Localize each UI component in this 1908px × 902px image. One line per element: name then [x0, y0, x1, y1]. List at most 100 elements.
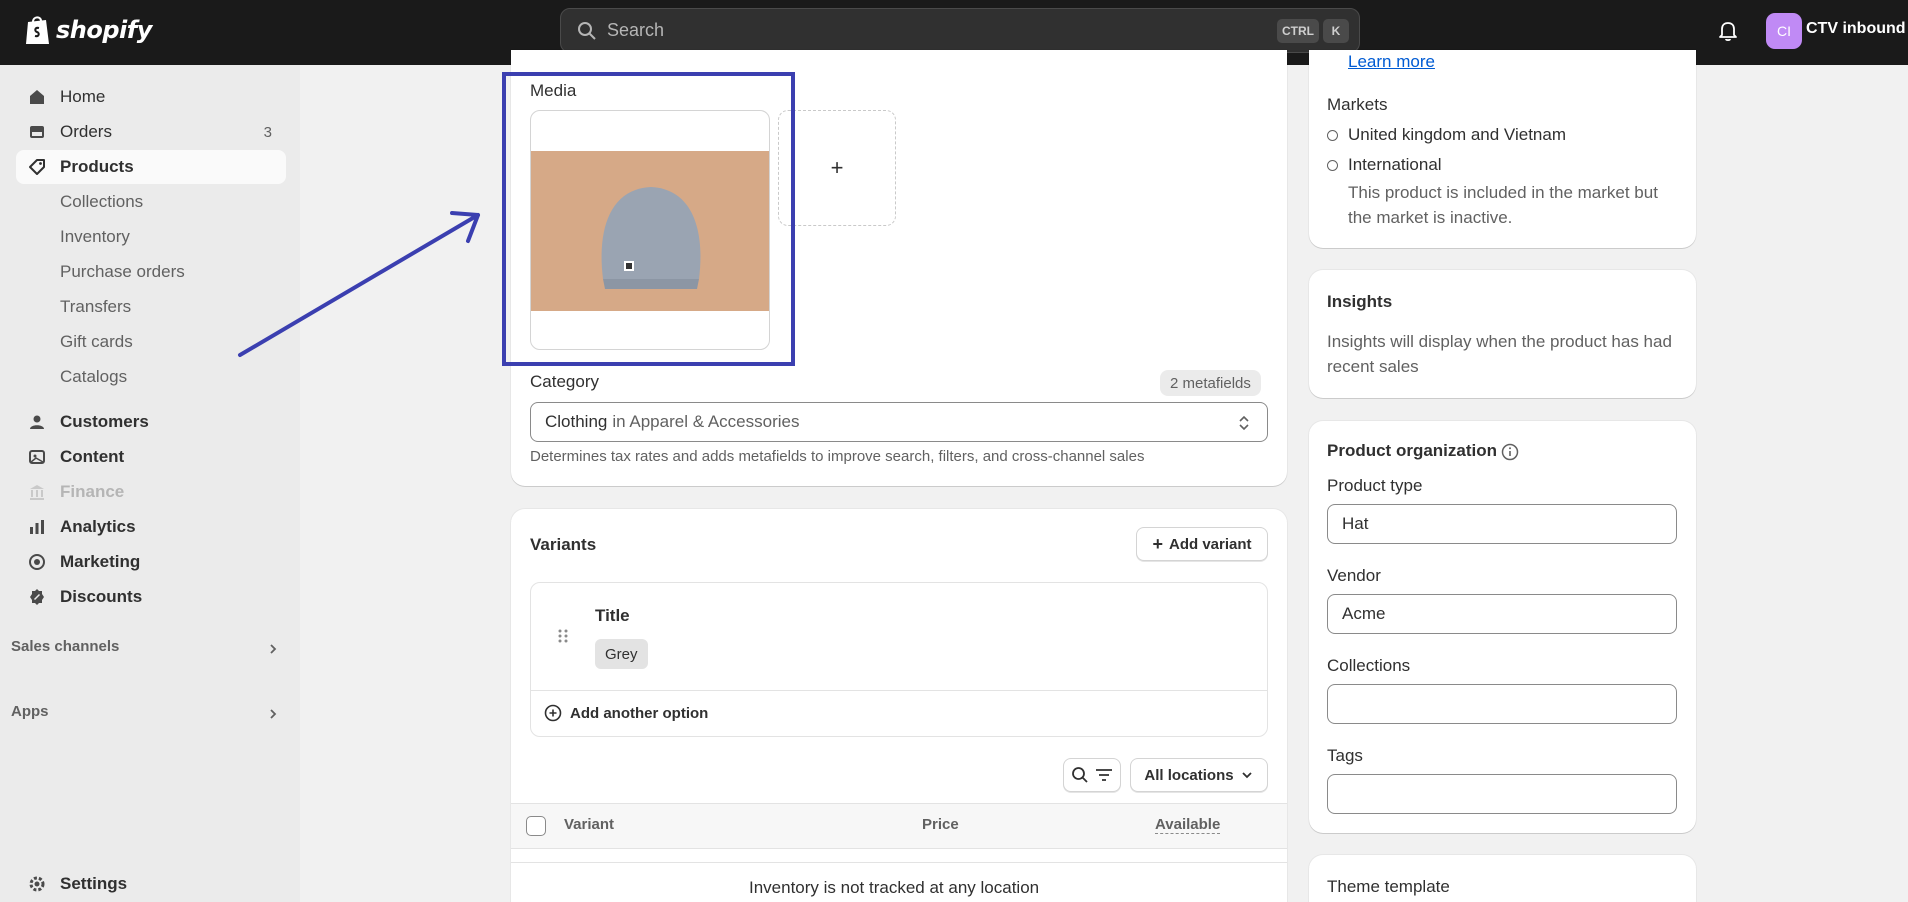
drag-handle-icon[interactable] [557, 628, 569, 644]
shopify-bag-icon [26, 16, 49, 44]
sidebar-item-marketing[interactable]: Marketing [16, 545, 286, 579]
chevron-down-icon [1241, 772, 1252, 779]
market-status-dot [1327, 130, 1338, 141]
column-variant: Variant [564, 816, 615, 833]
filter-icon [1096, 769, 1112, 781]
search-placeholder: Search [607, 20, 665, 40]
add-another-option-button[interactable]: Add another option [544, 704, 708, 722]
sidebar-item-content[interactable]: Content [16, 440, 286, 474]
markets-title: Markets [1327, 95, 1388, 114]
sidebar-item-orders[interactable]: Orders 3 [16, 115, 286, 149]
collections-label: Collections [1327, 656, 1411, 675]
sidebar-item-finance: Finance [16, 475, 286, 509]
sidebar-item-label: Collections [60, 192, 144, 211]
theme-template-label: Theme template [1327, 877, 1450, 896]
learn-more-link[interactable]: Learn more [1348, 52, 1435, 72]
orders-icon [30, 126, 44, 138]
avatar[interactable]: CI [1766, 13, 1802, 49]
category-context: in Apparel & Accessories [612, 412, 800, 431]
shopify-logo[interactable]: shopify [24, 14, 152, 46]
add-option-label: Add another option [570, 704, 709, 722]
sidebar-item-label: Marketing [60, 552, 141, 571]
collections-input[interactable] [1327, 684, 1677, 724]
category-help-text: Determines tax rates and adds metafields… [530, 448, 1145, 465]
notifications-bell-icon[interactable] [1716, 18, 1740, 42]
sidebar-item-customers[interactable]: Customers [16, 405, 286, 439]
sidebar-item-products[interactable]: Products [16, 150, 286, 184]
person-icon [30, 415, 44, 429]
product-type-input[interactable]: Hat [1327, 504, 1677, 544]
home-icon [30, 90, 44, 104]
sidebar-item-label: Analytics [60, 517, 136, 536]
search-filter-button[interactable] [1063, 758, 1121, 792]
add-media-button[interactable]: + [778, 110, 896, 226]
category-select[interactable]: Clothing in Apparel & Accessories [530, 402, 1268, 442]
search-icon [1072, 767, 1088, 783]
vendor-input[interactable]: Acme [1327, 594, 1677, 634]
metafields-badge[interactable]: 2 metafields [1160, 370, 1261, 396]
plus-circle-icon [544, 704, 562, 722]
tags-input[interactable] [1327, 774, 1677, 814]
info-icon[interactable] [1501, 443, 1519, 461]
plus-icon: + [830, 155, 844, 180]
product-type-label: Product type [1327, 476, 1423, 495]
discount-icon [30, 589, 44, 605]
variants-title: Variants [530, 535, 597, 554]
category-label: Category [530, 372, 599, 391]
sidebar-item-label: Settings [60, 874, 128, 893]
market-inactive-note: This product is included in the market b… [1348, 183, 1658, 227]
shortcut-ctrl-key: CTRL [1277, 19, 1319, 43]
chart-icon [30, 520, 44, 534]
all-locations-dropdown[interactable]: All locations [1130, 758, 1268, 792]
search-input[interactable]: Search CTRL K [560, 8, 1360, 53]
divider [531, 690, 1267, 691]
sidebar-item-label: Purchase orders [60, 262, 185, 281]
sidebar-item-label: Content [60, 447, 125, 466]
option-name[interactable]: Title [595, 606, 630, 626]
inventory-not-tracked-text: Inventory is not tracked at any location [749, 878, 1040, 897]
bank-icon [30, 485, 44, 500]
sidebar-item-label: Orders [60, 122, 112, 141]
column-available[interactable]: Available [1155, 816, 1221, 834]
sidebar-item-settings[interactable]: Settings [16, 867, 286, 901]
insights-text: Insights will display when the product h… [1327, 332, 1672, 376]
product-organization-title: Product organization [1327, 441, 1497, 460]
locations-label: All locations [1144, 766, 1234, 784]
chevron-right-icon[interactable] [266, 642, 280, 656]
sidebar-item-home[interactable]: Home [16, 80, 286, 114]
sales-channels-heading[interactable]: Sales channels [11, 638, 119, 655]
tag-icon [29, 159, 45, 175]
plus-icon: + [1152, 533, 1163, 554]
chevron-right-icon[interactable] [266, 707, 280, 721]
insights-title: Insights [1327, 292, 1393, 311]
tags-label: Tags [1327, 746, 1363, 765]
target-icon [29, 554, 45, 570]
sidebar-item-label: Gift cards [60, 332, 133, 351]
add-variant-label: Add variant [1169, 535, 1252, 553]
select-all-checkbox[interactable] [526, 816, 546, 836]
vendor-label: Vendor [1327, 566, 1381, 585]
column-price: Price [922, 816, 959, 833]
apps-heading[interactable]: Apps [11, 703, 49, 720]
sidebar-item-label: Discounts [60, 587, 143, 606]
add-variant-button[interactable]: + Add variant [1136, 527, 1268, 561]
sidebar-item-label: Home [60, 87, 106, 106]
orders-count-badge: 3 [263, 123, 272, 141]
sidebar-item-label: Customers [60, 412, 149, 431]
sidebar-item-label: Inventory [60, 227, 130, 246]
sidebar-item-catalogs[interactable]: Catalogs [16, 360, 286, 394]
divider [511, 862, 1287, 863]
sidebar-item-label: Products [60, 157, 134, 176]
sidebar-item-label: Catalogs [60, 367, 128, 386]
option-value-chip[interactable]: Grey [595, 639, 648, 669]
shortcut-k-key: K [1323, 19, 1349, 43]
market-item: United kingdom and Vietnam [1348, 125, 1566, 144]
market-item: International [1348, 155, 1442, 174]
market-status-dot [1327, 160, 1338, 171]
store-name[interactable]: CTV inbound [1806, 20, 1906, 38]
logo-text: shopify [56, 16, 152, 44]
annotation-highlight-box [502, 72, 795, 366]
gear-icon [29, 876, 45, 892]
sidebar-item-analytics[interactable]: Analytics [16, 510, 286, 544]
sidebar-item-discounts[interactable]: Discounts [16, 580, 286, 614]
